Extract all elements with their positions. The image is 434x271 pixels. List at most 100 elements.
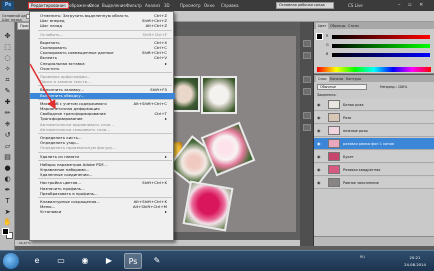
- paragraph-panel-icon[interactable]: [303, 124, 311, 131]
- layer-name: Белая роза: [343, 103, 364, 107]
- clone-panel-icon[interactable]: [303, 88, 311, 95]
- menu-separator: [38, 85, 172, 87]
- cs-live-button[interactable]: CS Live: [348, 2, 363, 9]
- menu-separator: [38, 72, 172, 73]
- brush-tool-icon[interactable]: ✏: [3, 109, 12, 118]
- actions-panel-icon[interactable]: [303, 52, 311, 59]
- clock[interactable]: 20:21 24.08.2014: [400, 254, 430, 268]
- opacity-field[interactable]: Непрозр.: 100%: [380, 84, 407, 90]
- chrome-icon[interactable]: ◉: [76, 253, 94, 269]
- menu-item-shortcut: ▸: [165, 153, 167, 159]
- blur-tool-icon[interactable]: ●: [3, 164, 12, 173]
- character-panel-icon[interactable]: [303, 112, 311, 119]
- menu-item-shortcut: Alt+Ctrl+Z: [145, 23, 167, 29]
- history-brush-tool-icon[interactable]: ↺: [3, 131, 12, 140]
- tab-swatches[interactable]: Образцы: [328, 23, 347, 29]
- eye-icon[interactable]: ◉: [317, 180, 323, 185]
- color-spectrum[interactable]: [317, 67, 431, 72]
- menu-item[interactable]: Поиск и замена текста...: [30, 79, 175, 85]
- photo-white-rose-large: [201, 76, 237, 114]
- pen-tool-icon[interactable]: ✒: [3, 186, 12, 195]
- menu-help[interactable]: Справка: [219, 2, 241, 9]
- menu-item-label: Шаг назад: [40, 23, 62, 29]
- menu-item[interactable]: Удаленные соединения...: [30, 172, 175, 178]
- foreground-color-swatch[interactable]: [2, 228, 9, 235]
- clock-date: 24.08.2014: [404, 262, 426, 267]
- hand-tool-icon[interactable]: ✋: [3, 218, 12, 227]
- layer-row[interactable]: ◉ Белая роза: [314, 99, 434, 111]
- slider-r[interactable]: [332, 35, 430, 39]
- magic-wand-tool-icon[interactable]: ✧: [3, 65, 12, 74]
- layer-row[interactable]: ◉ Букет: [314, 151, 434, 163]
- type-tool-icon[interactable]: T: [3, 197, 12, 206]
- layer-thumbnail: [328, 113, 340, 122]
- menu-separator: [38, 178, 172, 180]
- path-selection-tool-icon[interactable]: ➤: [3, 208, 12, 217]
- slider-b[interactable]: [332, 53, 430, 57]
- ie-icon[interactable]: e: [28, 253, 46, 269]
- menu-filter[interactable]: Фильтр: [124, 2, 144, 9]
- menu-item[interactable]: Преобразовать в профиль...: [30, 191, 175, 197]
- start-button-icon[interactable]: [3, 253, 19, 269]
- eye-icon[interactable]: ◉: [317, 102, 323, 107]
- media-icon[interactable]: ▶: [100, 253, 118, 269]
- window-controls[interactable]: – ▫ ✕: [398, 1, 426, 10]
- slider-g[interactable]: [332, 44, 430, 48]
- history-panel-icon[interactable]: [303, 40, 311, 47]
- blend-mode-select[interactable]: Обычные: [317, 84, 367, 90]
- toolbox: ✥ ⬚ ◌ ✧ ⌗ ✎ ✚ ✏ ⎈ ↺ ▱ ▤ ● ◐ ✒ T ➤ ✋: [0, 22, 15, 250]
- color-panel-swatch[interactable]: [316, 33, 323, 40]
- layer-row-selected[interactable]: ◉ розовая рамка фон 1 копия: [314, 138, 434, 150]
- layer-row[interactable]: ◉ Розовая квадратная: [314, 164, 434, 176]
- menu-item[interactable]: Шаг назад Alt+Ctrl+Z: [30, 23, 175, 29]
- menu-view[interactable]: Просмотр: [178, 2, 203, 9]
- eye-icon[interactable]: ◉: [317, 115, 323, 120]
- menu-separator: [38, 159, 172, 161]
- lasso-tool-icon[interactable]: ◌: [3, 54, 12, 63]
- eye-icon[interactable]: ◉: [317, 154, 323, 159]
- tab-paths[interactable]: Контуры: [344, 76, 363, 82]
- menu-item[interactable]: Определить произвольную фигуру...: [30, 145, 175, 151]
- healing-tool-icon[interactable]: ✚: [3, 98, 12, 107]
- menu-item[interactable]: Выполнить обводку...: [30, 92, 175, 99]
- gradient-tool-icon[interactable]: ▤: [3, 153, 12, 162]
- menu-item[interactable]: Установки ▸: [30, 209, 175, 215]
- workspace-button[interactable]: Основная рабочая среда: [276, 2, 334, 9]
- menu-analysis[interactable]: Анализ: [143, 2, 162, 9]
- tab-layers[interactable]: Слои: [316, 76, 329, 82]
- explorer-icon[interactable]: ▭: [52, 253, 70, 269]
- menu-window[interactable]: Окно: [202, 2, 217, 9]
- menu-item-label: Удаленные соединения...: [40, 172, 93, 178]
- menu-item-label: Определить произвольную фигуру...: [40, 145, 116, 151]
- move-tool-icon[interactable]: ✥: [3, 32, 12, 41]
- photoshop-taskbar-icon[interactable]: Ps: [124, 253, 142, 269]
- menu-item[interactable]: Очистить: [30, 66, 175, 72]
- menu-3d[interactable]: 3D: [162, 2, 172, 9]
- layer-row[interactable]: ◉ нежные розы: [314, 125, 434, 137]
- dodge-tool-icon[interactable]: ◐: [3, 175, 12, 184]
- layer-row[interactable]: ◉ Роза: [314, 112, 434, 124]
- photoshop-logo-icon[interactable]: Ps: [2, 1, 14, 10]
- eye-icon[interactable]: ◉: [317, 128, 323, 133]
- stamp-tool-icon[interactable]: ⎈: [3, 120, 12, 129]
- brush-panel-icon[interactable]: [303, 76, 311, 83]
- eraser-tool-icon[interactable]: ▱: [3, 142, 12, 151]
- language-indicator[interactable]: RU: [360, 254, 365, 260]
- paint-icon[interactable]: ✎: [148, 253, 166, 269]
- tab-color[interactable]: Цвет: [316, 23, 329, 29]
- menu-separator: [38, 197, 172, 198]
- menu-item[interactable]: Удалить из памяти ▸: [30, 154, 175, 160]
- slider-label-g: G: [326, 43, 329, 47]
- tab-channels[interactable]: Каналы: [328, 76, 345, 82]
- slider-label-r: R: [326, 34, 329, 38]
- menu-item[interactable]: Автоматически смешивать слои...: [30, 127, 175, 133]
- menu-item-label: Выполнить обводку...: [40, 92, 85, 98]
- layer-row[interactable]: ◉ Ровное заполнение: [314, 177, 434, 189]
- crop-tool-icon[interactable]: ⌗: [3, 76, 12, 85]
- eye-icon[interactable]: ◉: [317, 141, 323, 146]
- marquee-tool-icon[interactable]: ⬚: [3, 43, 12, 52]
- eyedropper-tool-icon[interactable]: ✎: [3, 87, 12, 96]
- tab-styles[interactable]: Стили: [346, 23, 361, 29]
- menu-item[interactable]: Ослабить... Shift+Ctrl+F: [30, 32, 175, 38]
- eye-icon[interactable]: ◉: [317, 167, 323, 172]
